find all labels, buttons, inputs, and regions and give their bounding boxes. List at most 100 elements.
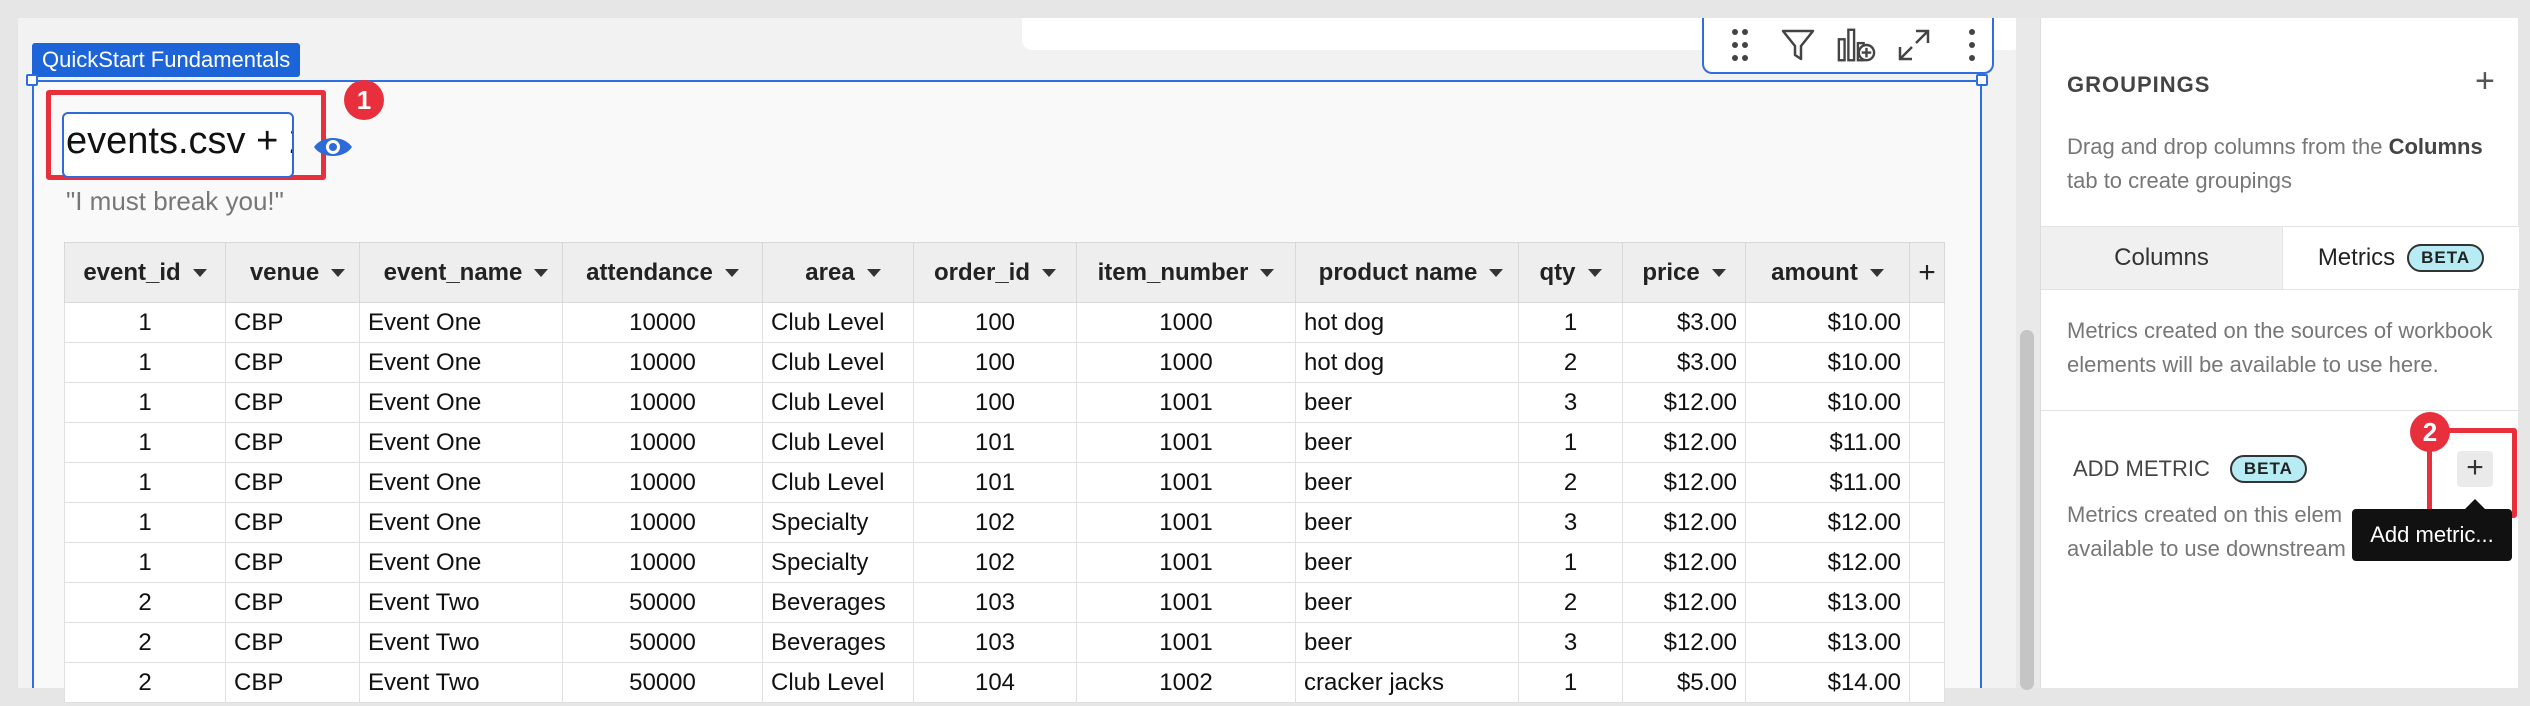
table-cell[interactable]: CBP xyxy=(225,622,360,663)
table-cell[interactable]: 1000 xyxy=(1076,302,1296,343)
chevron-down-icon[interactable] xyxy=(534,269,549,278)
table-row[interactable]: 1 CBP Event One 10000 Specialty 102 1001 beer 1 $… xyxy=(64,542,1945,583)
add-grouping-button[interactable]: + xyxy=(2475,62,2495,101)
table-cell[interactable]: 1 xyxy=(64,342,226,383)
table-row[interactable]: 1 CBP Event One 10000 Club Level 100 1001 beer 3… xyxy=(64,382,1945,423)
column-header[interactable]: price xyxy=(1622,242,1746,303)
table-cell[interactable]: 100 xyxy=(913,382,1077,423)
table-cell[interactable]: $10.00 xyxy=(1745,382,1910,423)
column-header[interactable]: item_number xyxy=(1076,242,1296,303)
table-cell[interactable]: 1 xyxy=(64,462,226,503)
table-row[interactable]: 2 CBP Event Two 50000 Beverages 103 1001 beer 3 $… xyxy=(64,622,1945,663)
table-cell[interactable]: 100 xyxy=(913,342,1077,383)
table-cell[interactable]: Event Two xyxy=(359,582,563,623)
table-cell[interactable]: 1 xyxy=(64,382,226,423)
column-header[interactable]: amount xyxy=(1745,242,1910,303)
table-cell[interactable]: beer xyxy=(1295,462,1519,503)
chevron-down-icon[interactable] xyxy=(192,269,207,278)
table-cell[interactable]: 100 xyxy=(913,302,1077,343)
resize-handle-top-left[interactable] xyxy=(26,74,38,86)
table-cell[interactable]: beer xyxy=(1295,502,1519,543)
chevron-down-icon[interactable] xyxy=(1711,269,1726,278)
table-cell[interactable]: Club Level xyxy=(762,462,914,503)
table-cell[interactable]: $5.00 xyxy=(1622,662,1746,703)
table-cell[interactable]: Event One xyxy=(359,382,563,423)
table-cell[interactable]: 102 xyxy=(913,542,1077,583)
table-row[interactable]: 1 CBP Event One 10000 Club Level 100 1000 hot d… xyxy=(64,342,1945,383)
chevron-down-icon[interactable] xyxy=(724,269,739,278)
add-chart-icon[interactable] xyxy=(1836,23,1876,67)
table-cell[interactable]: 1 xyxy=(1518,302,1623,343)
table-cell[interactable]: 10000 xyxy=(562,302,763,343)
table-cell[interactable]: 10000 xyxy=(562,502,763,543)
table-cell[interactable]: CBP xyxy=(225,382,360,423)
table-cell[interactable]: 2 xyxy=(64,622,226,663)
table-cell[interactable]: $3.00 xyxy=(1622,342,1746,383)
eye-icon[interactable] xyxy=(312,133,354,166)
table-cell[interactable]: CBP xyxy=(225,462,360,503)
table-cell[interactable]: Event One xyxy=(359,502,563,543)
add-column-button[interactable]: + xyxy=(1909,242,1945,303)
table-cell[interactable]: 3 xyxy=(1518,622,1623,663)
element-title-input[interactable]: events.csv + 2 xyxy=(62,112,294,178)
table-row[interactable]: 2 CBP Event Two 50000 Club Level 104 1002 crack… xyxy=(64,662,1945,703)
table-cell[interactable]: Event Two xyxy=(359,662,563,703)
table-cell[interactable]: 1000 xyxy=(1076,342,1296,383)
table-cell[interactable]: $12.00 xyxy=(1745,502,1910,543)
table-cell[interactable]: Event One xyxy=(359,342,563,383)
chevron-down-icon[interactable] xyxy=(866,269,881,278)
table-cell[interactable]: 101 xyxy=(913,422,1077,463)
table-cell[interactable]: $11.00 xyxy=(1745,462,1910,503)
drag-handle-icon[interactable] xyxy=(1720,23,1760,67)
table-cell[interactable]: beer xyxy=(1295,542,1519,583)
table-cell[interactable]: Club Level xyxy=(762,662,914,703)
table-cell[interactable]: 1 xyxy=(64,542,226,583)
table-cell[interactable]: 2 xyxy=(1518,462,1623,503)
table-cell[interactable]: CBP xyxy=(225,542,360,583)
table-cell[interactable]: Club Level xyxy=(762,422,914,463)
table-cell[interactable]: 1001 xyxy=(1076,462,1296,503)
table-cell[interactable]: 1002 xyxy=(1076,662,1296,703)
table-cell[interactable]: $10.00 xyxy=(1745,342,1910,383)
table-cell[interactable]: $12.00 xyxy=(1745,542,1910,583)
table-cell[interactable]: 2 xyxy=(1518,342,1623,383)
table-cell[interactable]: Specialty xyxy=(762,542,914,583)
table-cell[interactable]: $13.00 xyxy=(1745,622,1910,663)
element-subtitle[interactable]: "I must break you!" xyxy=(66,186,284,217)
table-cell[interactable]: 103 xyxy=(913,622,1077,663)
page-tag[interactable]: QuickStart Fundamentals xyxy=(32,43,301,77)
column-header[interactable]: event_id xyxy=(64,242,226,303)
table-cell[interactable]: 10000 xyxy=(562,422,763,463)
table-cell[interactable]: Event One xyxy=(359,542,563,583)
table-cell[interactable]: 1001 xyxy=(1076,382,1296,423)
table-cell[interactable]: $3.00 xyxy=(1622,302,1746,343)
table-cell[interactable]: Club Level xyxy=(762,302,914,343)
table-cell[interactable]: 104 xyxy=(913,662,1077,703)
table-cell[interactable]: 1001 xyxy=(1076,542,1296,583)
table-cell[interactable]: 1001 xyxy=(1076,422,1296,463)
table-cell[interactable]: hot dog xyxy=(1295,302,1519,343)
table-cell[interactable]: 1 xyxy=(1518,422,1623,463)
chevron-down-icon[interactable] xyxy=(1260,269,1275,278)
column-header[interactable]: event_name xyxy=(359,242,563,303)
table-cell[interactable]: $14.00 xyxy=(1745,662,1910,703)
table-cell[interactable]: Club Level xyxy=(762,382,914,423)
chevron-down-icon[interactable] xyxy=(1042,269,1057,278)
table-row[interactable]: 1 CBP Event One 10000 Club Level 101 1001 beer 2… xyxy=(64,462,1945,503)
table-cell[interactable]: Beverages xyxy=(762,622,914,663)
table-cell[interactable]: $12.00 xyxy=(1622,622,1746,663)
table-cell[interactable]: 1 xyxy=(64,302,226,343)
chevron-down-icon[interactable] xyxy=(1587,269,1602,278)
table-row[interactable]: 1 CBP Event One 10000 Club Level 101 1001 beer 1… xyxy=(64,422,1945,463)
filter-icon[interactable] xyxy=(1778,23,1818,67)
column-header[interactable]: order_id xyxy=(913,242,1077,303)
table-cell[interactable]: cracker jacks xyxy=(1295,662,1519,703)
table-cell[interactable]: CBP xyxy=(225,502,360,543)
chevron-down-icon[interactable] xyxy=(331,269,346,278)
table-cell[interactable]: 2 xyxy=(64,582,226,623)
table-cell[interactable]: CBP xyxy=(225,422,360,463)
table-cell[interactable]: 1001 xyxy=(1076,502,1296,543)
expand-icon[interactable] xyxy=(1894,23,1934,67)
table-cell[interactable]: beer xyxy=(1295,622,1519,663)
table-cell[interactable]: Club Level xyxy=(762,342,914,383)
